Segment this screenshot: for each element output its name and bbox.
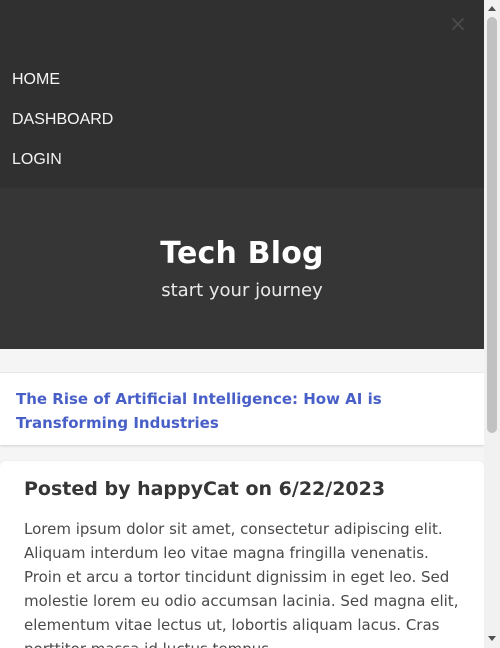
post-header-card: The Rise of Artificial Intelligence: How… (0, 373, 484, 445)
nav-links: HOME DASHBOARD LOGIN (12, 68, 113, 188)
nav-item-dashboard[interactable]: DASHBOARD (12, 108, 113, 148)
nav-item-home[interactable]: HOME (12, 68, 113, 108)
nav-menu: × HOME DASHBOARD LOGIN (0, 0, 484, 188)
scroll-up-arrow-icon[interactable] (488, 6, 496, 11)
post-meta: Posted by happyCat on 6/22/2023 (24, 478, 386, 500)
vertical-scrollbar[interactable] (484, 0, 500, 648)
page: × HOME DASHBOARD LOGIN Tech Blog start y… (0, 0, 484, 648)
close-icon[interactable]: × (447, 14, 469, 36)
post-title-link[interactable]: The Rise of Artificial Intelligence: How… (16, 387, 468, 435)
main-content: The Rise of Artificial Intelligence: How… (0, 349, 484, 648)
scroll-down-arrow-icon[interactable] (488, 636, 496, 641)
site-subtitle: start your journey (161, 280, 323, 301)
post-body-text: Lorem ipsum dolor sit amet, consectetur … (24, 520, 459, 648)
site-title: Tech Blog (160, 236, 324, 271)
nav-item-login[interactable]: LOGIN (12, 148, 113, 188)
scrollbar-thumb[interactable] (487, 17, 497, 433)
post-card: Posted by happyCat on 6/22/2023 Lorem ip… (0, 461, 484, 648)
hero: Tech Blog start your journey (0, 188, 484, 349)
